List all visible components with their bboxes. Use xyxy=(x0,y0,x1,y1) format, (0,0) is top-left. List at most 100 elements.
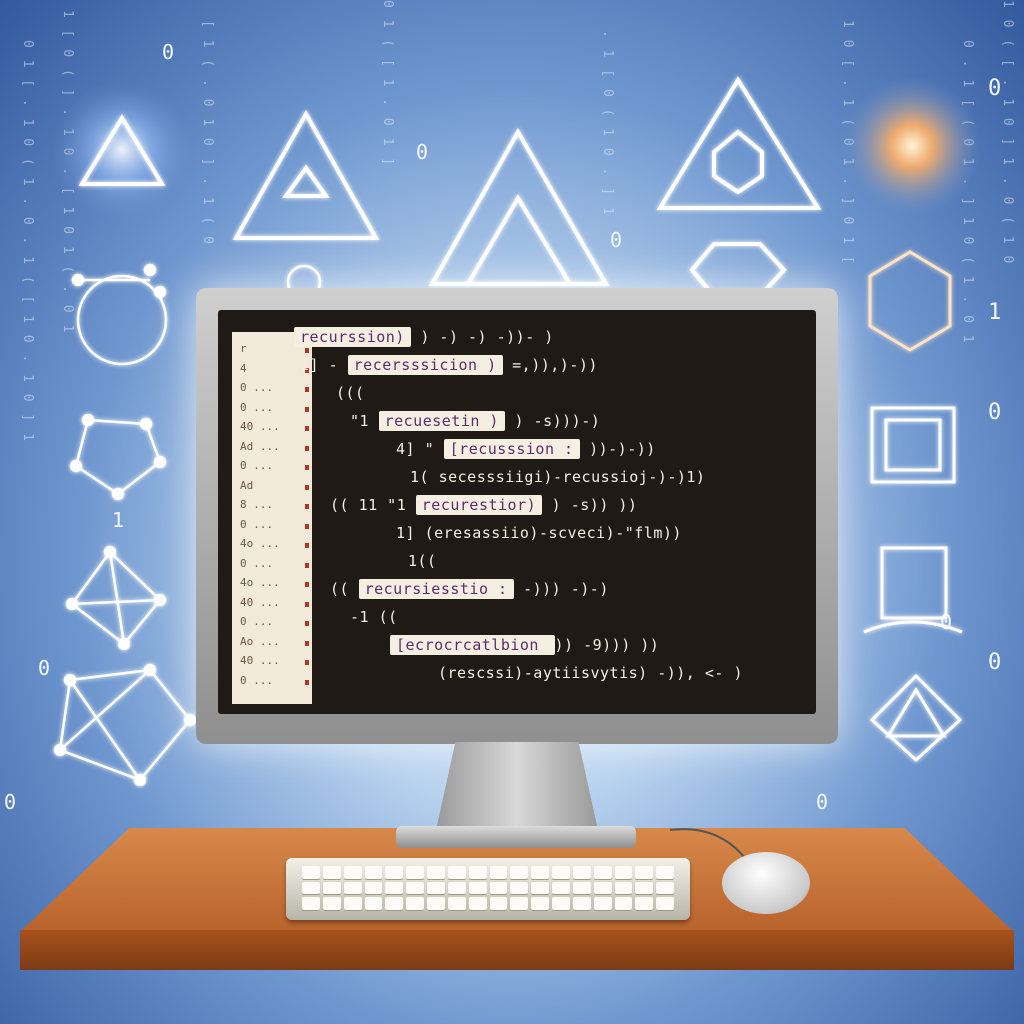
keyboard-key[interactable] xyxy=(302,897,320,910)
keyboard-key[interactable] xyxy=(510,897,529,910)
keyboard-key[interactable] xyxy=(552,881,570,895)
code-line: 1(( xyxy=(408,552,437,570)
keyboard-key[interactable] xyxy=(656,866,674,879)
background-scene: 0 1 [ . 1 0 ( 1 . 0 . 1 ( [ 1 0 . 1 0 ] … xyxy=(0,0,1024,1024)
code-suffix: ) -) -) -))- ) xyxy=(410,328,554,346)
keyboard-key[interactable] xyxy=(593,897,612,910)
line-number: Ao ... xyxy=(240,634,280,648)
keyboard-key[interactable] xyxy=(510,881,529,895)
code-prefix: ((( xyxy=(336,384,365,402)
keyboard-key[interactable] xyxy=(322,897,341,910)
keyboard-key[interactable] xyxy=(510,866,529,879)
keyboard-key[interactable] xyxy=(593,866,612,879)
code-prefix: 1] xyxy=(396,524,425,542)
keyboard-key[interactable] xyxy=(343,866,362,879)
keyboard-key[interactable] xyxy=(552,897,570,910)
keyboard-key[interactable] xyxy=(322,881,341,895)
line-number: 40 ... xyxy=(240,420,280,433)
code-keyword: recurestior) xyxy=(415,495,543,515)
keyboard-key[interactable] xyxy=(447,881,466,895)
keyboard-key[interactable] xyxy=(614,897,633,910)
keyboard-key[interactable] xyxy=(656,897,674,910)
keyboard-key[interactable] xyxy=(468,866,487,879)
keyboard-key[interactable] xyxy=(489,881,508,895)
keyboard-key[interactable] xyxy=(531,881,549,895)
desk-edge xyxy=(20,930,1014,970)
code-keyword: [ecrocrcatlbion xyxy=(390,635,555,655)
keyboard-key[interactable] xyxy=(427,866,445,879)
keyboard-key[interactable] xyxy=(572,866,591,879)
keyboard-key[interactable] xyxy=(635,866,654,879)
line-number: 4o ... xyxy=(240,576,280,589)
code-prefix: "1 xyxy=(350,412,379,430)
keyboard-key[interactable] xyxy=(447,866,466,879)
keyboard-key[interactable] xyxy=(593,881,612,895)
keyboard-key[interactable] xyxy=(343,897,362,910)
breakpoint-markers xyxy=(306,340,310,696)
keyboard-key[interactable] xyxy=(531,866,549,879)
keyboard-key[interactable] xyxy=(343,881,362,895)
line-number: 0 ... xyxy=(240,517,274,531)
keyboard-key[interactable] xyxy=(364,866,383,879)
code-keyword: recursiesstio : xyxy=(358,579,514,599)
keyboard-key[interactable] xyxy=(572,881,591,895)
keyboard-key[interactable] xyxy=(406,897,424,910)
keyboard-key[interactable] xyxy=(385,897,404,910)
code-suffix: (rescssi)-aytiisvytis) -)), <- ) xyxy=(438,664,743,682)
keyboard-key[interactable] xyxy=(614,866,633,879)
keyboard-key[interactable] xyxy=(302,866,320,879)
code-line: 4] " [recusssion : ))-)-)) xyxy=(396,439,656,459)
monitor-stand xyxy=(436,742,598,830)
code-line: 1] (eresassiio)-scveci)-"flm)) xyxy=(396,524,682,542)
keyboard-key[interactable] xyxy=(531,897,549,910)
keyboard-key[interactable] xyxy=(364,897,383,910)
code-keyword: recuesetin ) xyxy=(378,411,505,431)
code-keyword: recersssicion ) xyxy=(347,355,503,375)
keyboard-key[interactable] xyxy=(489,866,508,879)
keyboard-key[interactable] xyxy=(322,866,341,879)
line-number: 4o ... xyxy=(240,537,280,550)
keyboard-key[interactable] xyxy=(468,897,487,910)
code-line: 1] - recersssicion ) =,)),)-)) xyxy=(300,355,598,375)
code-line: 1( secesssiigi)-recussioj-)-)1) xyxy=(410,468,705,486)
keyboard-key[interactable] xyxy=(656,881,674,895)
code-suffix: ) -s)))-) xyxy=(504,412,601,430)
line-number: 0 ... xyxy=(240,400,274,414)
code-suffix: =,)),)-)) xyxy=(502,356,598,374)
line-number: 0 ... xyxy=(240,673,274,687)
line-number: r xyxy=(240,342,247,355)
line-number: 0 ... xyxy=(240,381,274,394)
computer-monitor: r40 ... 0 ... 40 ... Ad ... 0 ... Ad 8 ... 0 ..… xyxy=(196,288,838,744)
keyboard-key[interactable] xyxy=(635,897,654,910)
code-editor-screen: r40 ... 0 ... 40 ... Ad ... 0 ... Ad 8 ... 0 ..… xyxy=(218,310,816,714)
keyboard-key[interactable] xyxy=(385,881,404,895)
line-number: 4 xyxy=(240,361,247,375)
keyboard-key[interactable] xyxy=(489,897,508,910)
code-line: [ecrocrcatlbion )) -9))) )) xyxy=(390,635,659,655)
keyboard-key[interactable] xyxy=(572,897,591,910)
code-prefix: (( 11 "1 xyxy=(330,496,416,514)
code-line: (( recursiesstio : -))) -)-) xyxy=(330,579,609,599)
code-line: ((( xyxy=(336,384,365,402)
keyboard-key[interactable] xyxy=(364,881,383,895)
code-suffix: ) -s)) )) xyxy=(542,496,638,514)
keyboard-key[interactable] xyxy=(635,881,654,895)
keyboard-key[interactable] xyxy=(468,881,487,895)
line-number: 0 ... xyxy=(240,615,274,628)
code-keyword: recurssion) xyxy=(294,327,411,347)
keyboard-key[interactable] xyxy=(385,866,404,879)
computer-mouse[interactable] xyxy=(722,852,810,914)
keyboard-key[interactable] xyxy=(427,881,445,895)
keyboard-key[interactable] xyxy=(427,897,445,910)
code-prefix: 1(( xyxy=(408,552,437,570)
keyboard-key[interactable] xyxy=(302,881,320,895)
keyboard-key[interactable] xyxy=(447,897,466,910)
keyboard-key[interactable] xyxy=(406,881,424,895)
keyboard-key[interactable] xyxy=(614,881,633,895)
keyboard[interactable] xyxy=(286,858,690,920)
code-prefix: (( xyxy=(330,580,359,598)
code-suffix: secesssiigi)-recussioj-)-)1) xyxy=(438,468,706,486)
keyboard-key[interactable] xyxy=(406,866,424,879)
code-suffix: -))) -)-) xyxy=(513,580,609,598)
keyboard-key[interactable] xyxy=(552,866,570,879)
